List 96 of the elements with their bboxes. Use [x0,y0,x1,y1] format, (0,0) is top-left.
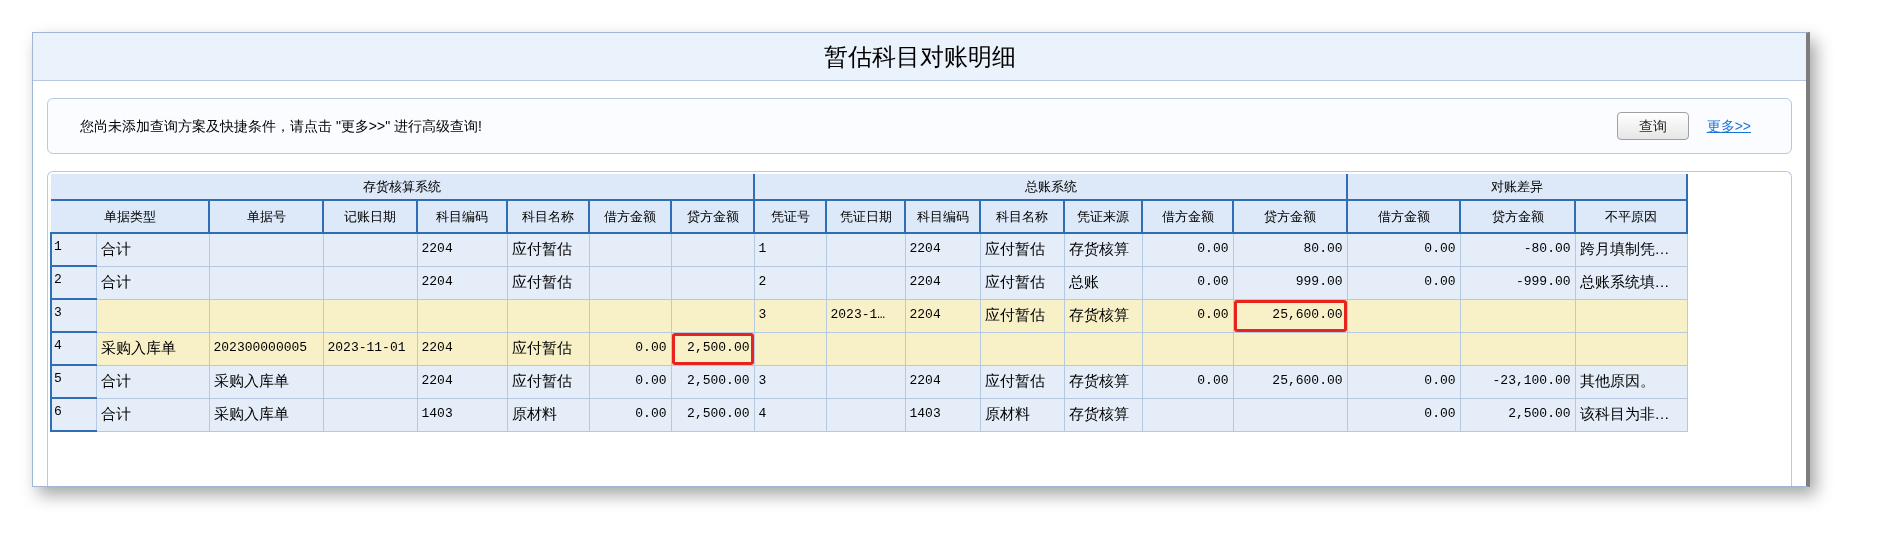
table-cell: 2204 [905,233,980,266]
table-cell: 25,600.00 [1233,299,1348,332]
table-cell: 应付暂估 [507,365,589,398]
table-cell: 3 [754,365,826,398]
table-cell: 0.00 [1347,398,1461,431]
table-cell: 应付暂估 [507,266,589,299]
column-header[interactable]: 不平原因 [1575,200,1688,233]
table-cell: 2,500.00 [671,332,754,365]
column-header[interactable]: 借方金额 [1347,200,1461,233]
table-cell: 总账系统填… [1575,266,1688,299]
row-number[interactable]: 3 [51,299,96,332]
table-cell: 2204 [417,266,507,299]
row-number[interactable]: 2 [51,266,96,299]
column-header[interactable]: 单据号 [209,200,323,233]
column-header[interactable]: 科目编码 [417,200,507,233]
table-cell: 4 [754,398,826,431]
row-number[interactable]: 5 [51,365,96,398]
table-cell: -999.00 [1460,266,1576,299]
table-cell: 存货核算 [1064,299,1142,332]
table-cell: 应付暂估 [507,233,589,266]
table-cell: 采购入库单 [209,365,323,398]
row-number[interactable]: 4 [51,332,96,365]
row-number[interactable]: 1 [51,233,96,266]
table-cell: 0.00 [1142,365,1233,398]
table-cell: 原材料 [980,398,1064,431]
column-header[interactable]: 凭证号 [754,200,826,233]
table-cell: 0.00 [1142,233,1233,266]
table-cell: 202300000005 [209,332,323,365]
table-cell: 应付暂估 [507,332,589,365]
table-cell: 其他原因。 [1575,365,1688,398]
table-cell: 应付暂估 [980,233,1064,266]
table-cell: 采购入库单 [209,398,323,431]
column-group-header: 总账系统 [754,174,1348,200]
table-cell: 0.00 [589,365,671,398]
column-header[interactable]: 科目名称 [507,200,589,233]
table-cell: 存货核算 [1064,233,1142,266]
column-group-header: 对账差异 [1347,174,1688,200]
column-header[interactable]: 贷方金额 [671,200,754,233]
table-cell: 2204 [417,233,507,266]
column-group-header: 存货核算系统 [51,174,754,200]
table-cell: 0.00 [1347,233,1461,266]
table-cell: 0.00 [589,398,671,431]
column-header[interactable]: 科目名称 [980,200,1064,233]
table-cell: 合计 [96,365,209,398]
table-cell: 合计 [96,233,209,266]
window-title: 暂估科目对账明细 [823,41,1016,72]
table-cell: 应付暂估 [980,266,1064,299]
table-cell: 25,600.00 [1233,365,1348,398]
table-cell: 跨月填制凭… [1575,233,1688,266]
table-cell: 该科目为非… [1575,398,1688,431]
column-header[interactable]: 凭证日期 [826,200,905,233]
table-cell: 0.00 [1347,266,1461,299]
query-button[interactable]: 查询 [1616,112,1689,140]
table-cell: 2204 [417,332,507,365]
table-cell: 0.00 [1347,365,1461,398]
table-cell: 总账 [1064,266,1142,299]
table-cell: 0.00 [1142,266,1233,299]
table-cell: 1403 [417,398,507,431]
table-cell: 合计 [96,266,209,299]
more-link[interactable]: 更多>> [1706,115,1751,137]
table-cell: 2 [754,266,826,299]
table-cell: 2204 [905,365,980,398]
table-cell: 80.00 [1233,233,1348,266]
column-header[interactable]: 贷方金额 [1460,200,1576,233]
query-notice: 您尚未添加查询方案及快捷条件，请点击 "更多>>" 进行高级查询! [80,116,483,136]
column-header[interactable]: 借方金额 [589,200,671,233]
column-header[interactable]: 凭证来源 [1064,200,1142,233]
table-cell: 1403 [905,398,980,431]
table-cell: 2023-11-01 [323,332,417,365]
table-cell: 原材料 [507,398,589,431]
row-number[interactable]: 6 [51,398,96,431]
table-cell: 1 [754,233,826,266]
column-header[interactable]: 记账日期 [323,200,417,233]
table-cell: 2,500.00 [671,398,754,431]
table-cell: 3 [754,299,826,332]
column-header[interactable]: 科目编码 [905,200,980,233]
table-cell: 999.00 [1233,266,1348,299]
table-cell: 存货核算 [1064,365,1142,398]
column-header[interactable]: 借方金额 [1142,200,1233,233]
table-cell: 0.00 [589,332,671,365]
table-cell: 采购入库单 [96,332,209,365]
table-cell: 存货核算 [1064,398,1142,431]
column-header[interactable]: 单据类型 [51,200,209,233]
table-cell: -23,100.00 [1460,365,1576,398]
table-cell: 2,500.00 [671,365,754,398]
table-cell: 0.00 [1142,299,1233,332]
table-cell: 2204 [417,365,507,398]
table-cell: 2023-1… [826,299,905,332]
table-cell: 2204 [905,266,980,299]
column-header[interactable]: 贷方金额 [1233,200,1348,233]
table-cell: 应付暂估 [980,365,1064,398]
table-cell: 应付暂估 [980,299,1064,332]
table-cell: 合计 [96,398,209,431]
table-cell: -80.00 [1460,233,1576,266]
table-cell: 2204 [905,299,980,332]
table-cell: 2,500.00 [1460,398,1576,431]
